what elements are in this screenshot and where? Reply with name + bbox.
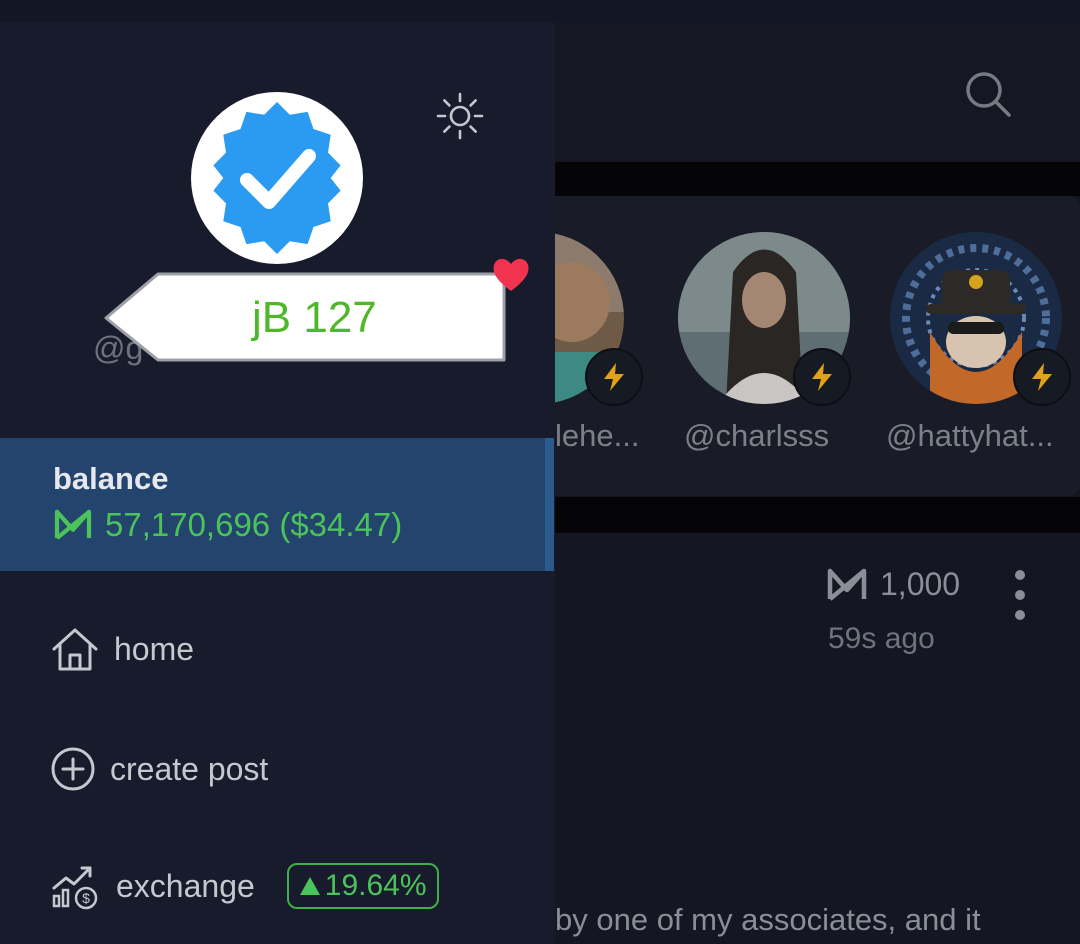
balance-title: balance [53,461,169,496]
triangle-up-icon [299,877,320,895]
divider [555,162,1080,196]
lightning-icon [1013,348,1071,406]
balance-value: 57,170,696 ($34.47) [53,506,402,544]
tag-label: jB 127 [252,293,377,342]
nav-item-create-post[interactable]: create post [50,746,268,792]
lightning-icon [793,348,851,406]
search-icon[interactable] [960,66,1016,122]
avatar[interactable] [191,92,363,264]
brightness-icon[interactable] [434,90,486,142]
post-text: by one of my associates, and it [555,902,981,937]
add-circle-icon [51,747,95,791]
nav-label: exchange [116,867,255,904]
story-name: @hattyhat... [886,418,1054,453]
exchange-chart-icon: $ [52,866,98,910]
balance-amount: 57,170,696 ($34.47) [105,506,403,543]
lightning-icon [585,348,643,406]
exchange-change-value: 19.64% [324,869,427,902]
home-icon [52,628,98,671]
status-strip [0,0,1080,22]
post-tip-amount: 1,000 [826,566,960,603]
more-options-icon[interactable] [1008,570,1032,620]
nav-label: home [114,630,195,667]
post-time: 59s ago [828,622,935,655]
post-card [555,533,1080,944]
nav-label: create post [110,750,269,787]
verified-badge-icon [213,102,341,254]
nav-item-home[interactable]: home [50,625,194,673]
divider [555,497,1080,533]
coin-logo-icon [54,509,92,540]
story-name: lehe... [555,418,640,453]
coin-logo-icon [827,568,867,601]
balance-panel[interactable] [0,438,554,571]
story-name: @charlsss [684,418,830,453]
exchange-change-badge: 19.64% [286,863,439,909]
nav-item-exchange[interactable]: $ exchange 19.64% [50,862,439,910]
amount-text: 1,000 [880,566,961,602]
svg-text:$: $ [82,890,90,906]
heart-icon [493,258,529,291]
